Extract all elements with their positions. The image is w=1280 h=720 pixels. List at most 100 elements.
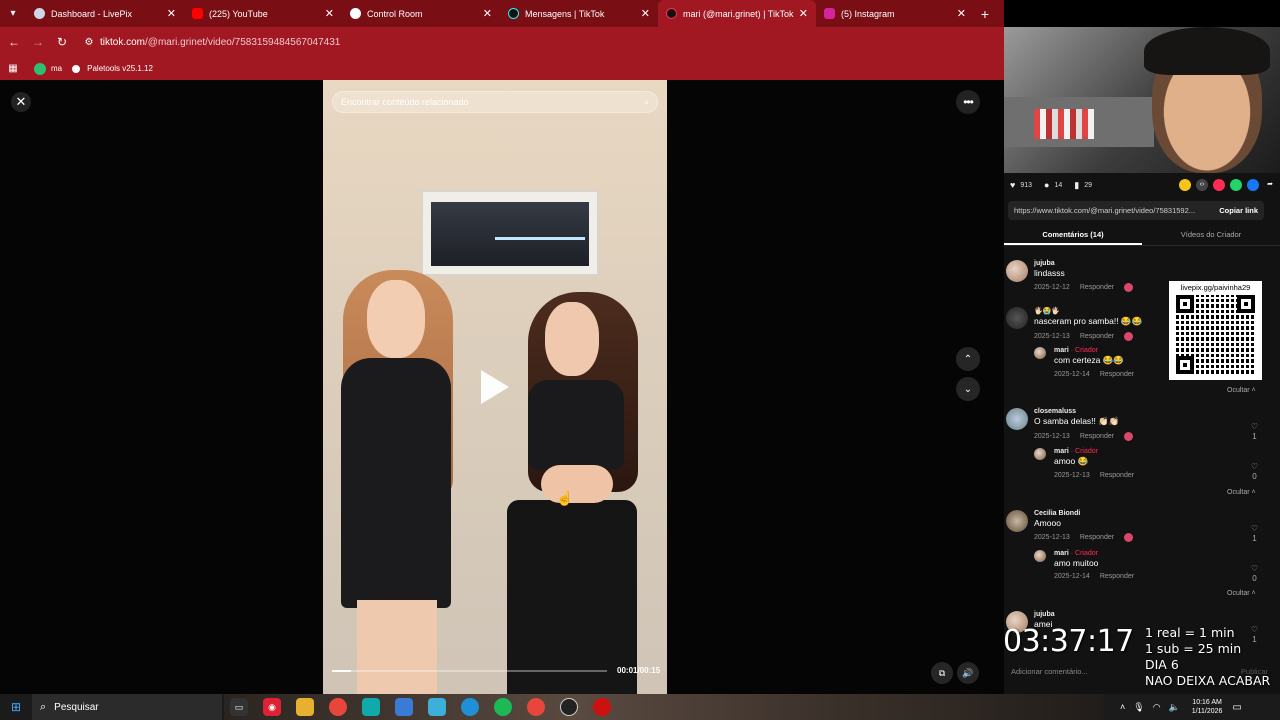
tab-comments[interactable]: Comentários (14) [1004,226,1142,245]
qr-finder [1176,295,1194,313]
picture-in-picture-button[interactable]: ⧉ [931,662,953,684]
comment-author[interactable]: jujuba [1034,611,1244,618]
comment-item: closemaluss O samba delas!! 👏🏻👏🏻 2025-12… [1006,408,1276,488]
store-icon[interactable] [395,698,413,716]
notes-icon[interactable] [428,698,446,716]
send-icon[interactable] [1213,179,1225,191]
avatar[interactable] [1006,510,1028,532]
reload-icon[interactable]: ↻ [50,35,74,49]
site-info-icon[interactable]: ⚙ [78,37,100,48]
reply-author[interactable]: mari [1054,550,1069,557]
avatar[interactable] [1006,307,1028,329]
related-search-input[interactable]: Encontrar conteúdo relacionado ⌕ [332,91,658,113]
forward-icon[interactable]: → [26,35,50,49]
tab-livepix[interactable]: Dashboard - LivePix ✕ [26,0,184,27]
search-icon: ⌕ [40,700,47,713]
tab-instagram[interactable]: (5) Instagram ✕ [816,0,974,27]
apps-grid-icon[interactable]: ▦ [0,63,26,74]
tab-youtube[interactable]: (225) YouTube ✕ [184,0,342,27]
reply-like[interactable]: ♡ 0 [1251,462,1258,482]
copy-link-button[interactable]: Copiar link [1219,206,1258,215]
whatsapp-icon[interactable] [1230,179,1242,191]
hide-replies-button[interactable]: Ocultar ˄ [1227,387,1256,394]
notification-icon[interactable]: ▭ [1232,702,1241,713]
volume-button[interactable]: 🔊 [957,662,979,684]
tab-control-room[interactable]: Control Room ✕ [342,0,500,27]
reply-text: amo muitoo [1054,558,1099,568]
search-icon[interactable]: ⌕ [644,97,649,108]
hide-replies-button[interactable]: Ocultar ˄ [1227,489,1256,496]
comment-date: 2025-12-13 [1034,433,1070,440]
taskbar-search[interactable]: ⌕ Pesquisar [32,694,222,720]
reply-button[interactable]: Responder [1080,284,1114,291]
volume-icon[interactable]: 🔈 [1169,702,1180,713]
reply-author[interactable]: mari [1054,347,1069,354]
comment-stat[interactable]: ● 14 [1044,180,1062,190]
recorder-icon[interactable]: ◉ [263,698,281,716]
back-icon[interactable]: ← [2,35,26,49]
reply-like[interactable]: ♡ 0 [1251,564,1258,584]
play-icon[interactable] [481,370,509,404]
tab-tiktok-profile[interactable]: mari (@mari.grinet) | TikTok ✕ [658,0,816,27]
file-explorer-icon[interactable] [296,698,314,716]
close-icon[interactable]: ✕ [957,7,966,20]
task-view-icon[interactable]: ▭ [230,698,248,716]
coin-icon[interactable] [1179,179,1191,191]
close-icon[interactable]: ✕ [325,7,334,20]
wifi-icon[interactable]: ◠ [1153,702,1161,713]
share-icon[interactable]: ➦ [1264,179,1276,191]
chrome-profile-icon[interactable] [527,698,545,716]
hide-replies-button[interactable]: Ocultar ˄ [1227,590,1256,597]
app-green-icon[interactable] [362,698,380,716]
like-stat[interactable]: ♥ 913 [1010,180,1032,190]
taskbar-clock[interactable]: 10:16 AM 1/11/2026 [1192,698,1223,716]
app-red-icon[interactable] [593,698,611,716]
url-field[interactable]: tiktok.com/@mari.grinet/video/7583159484… [100,37,340,48]
comment-like[interactable]: ♡ 1 [1251,524,1258,544]
comment-author[interactable]: Cecilia Biondi [1034,510,1244,517]
avatar[interactable] [1034,448,1046,460]
reply-button[interactable]: Responder [1080,333,1114,340]
previous-video-button[interactable]: ⌃ [956,347,980,371]
reply-button[interactable]: Responder [1100,371,1134,378]
new-tab-button[interactable]: + [974,6,996,22]
avatar[interactable] [1006,260,1028,282]
close-icon[interactable]: ✕ [167,7,176,20]
more-options-button[interactable]: ••• [956,90,980,114]
tab-creator-videos[interactable]: Vídeos do Criador [1142,226,1280,245]
creator-badge: · Criador [1070,550,1098,557]
tab-tiktok-messages[interactable]: Mensagens | TikTok ✕ [500,0,658,27]
chevron-up-icon[interactable]: ˄ [1120,702,1125,712]
reply-button[interactable]: Responder [1080,433,1114,440]
reply-button[interactable]: Responder [1100,573,1134,580]
microphone-icon[interactable]: 🎙 [1133,702,1144,713]
reply-date: 2025-12-14 [1054,573,1090,580]
close-icon[interactable]: ✕ [483,7,492,20]
bookmark-ma[interactable]: ma [34,62,62,75]
comment-author[interactable]: closemaluss [1034,408,1244,415]
chrome-icon[interactable] [329,698,347,716]
avatar[interactable] [1006,408,1028,430]
embed-icon[interactable]: ‹› [1196,179,1208,191]
obs-icon[interactable] [560,698,578,716]
close-video-button[interactable]: ✕ [11,92,31,112]
video-player[interactable]: Encontrar conteúdo relacionado ⌕ ☝ 00:01… [323,80,667,694]
facebook-icon[interactable] [1247,179,1259,191]
save-stat[interactable]: ▮ 29 [1074,180,1092,191]
bookmark-paletools[interactable]: Paletools v25.1.12 [70,62,153,75]
video-progress-bar[interactable] [332,670,607,672]
avatar[interactable] [1034,347,1046,359]
comment-like[interactable]: ♡ 1 [1251,422,1258,442]
close-icon[interactable]: ✕ [799,7,808,20]
next-video-button[interactable]: ⌄ [956,377,980,401]
close-icon[interactable]: ✕ [641,7,650,20]
avatar[interactable] [1034,550,1046,562]
windows-start-icon[interactable]: ⊞ [0,694,32,720]
tab-search-button[interactable]: ▾ [0,0,26,27]
reply-author[interactable]: mari [1054,448,1069,455]
edge-icon[interactable] [461,698,479,716]
comment-author[interactable]: jujuba [1034,260,1244,267]
reply-button[interactable]: Responder [1100,472,1134,479]
spotify-icon[interactable] [494,698,512,716]
reply-button[interactable]: Responder [1080,534,1114,541]
